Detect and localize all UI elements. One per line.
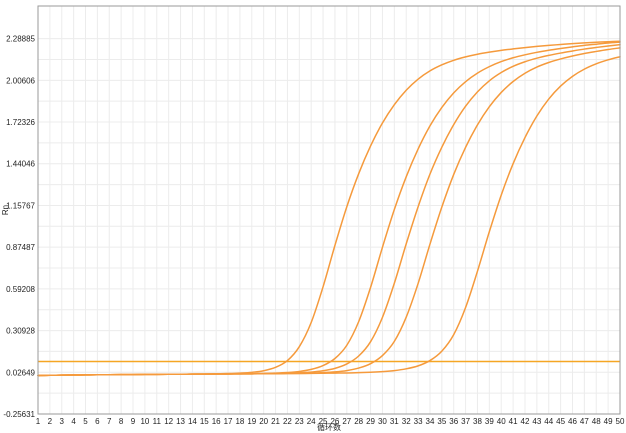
x-axis-label: 循环数 bbox=[317, 422, 341, 432]
y-tick-label: 0.30928 bbox=[6, 327, 35, 336]
x-tick-label: 24 bbox=[307, 417, 316, 426]
x-tick-label: 50 bbox=[616, 417, 625, 426]
amplification-plot: 2.28885 2.00606 1.72326 1.44046 1.15767 0.874… bbox=[1, 5, 625, 432]
x-tick-label: 19 bbox=[247, 417, 256, 426]
x-tick-label: 15 bbox=[200, 417, 209, 426]
x-tick-label: 29 bbox=[366, 417, 375, 426]
amplification-curve-3 bbox=[37, 43, 621, 377]
amplification-curve-5 bbox=[37, 55, 621, 377]
y-tick-labels: 2.28885 2.00606 1.72326 1.44046 1.15767 0.874… bbox=[3, 35, 35, 419]
y-tick-label: 0.87487 bbox=[6, 243, 35, 252]
x-tick-label: 17 bbox=[224, 417, 233, 426]
amplification-curve-1 bbox=[37, 40, 621, 377]
x-tick-label: 41 bbox=[509, 417, 518, 426]
x-tick-label: 1 bbox=[36, 417, 41, 426]
x-tick-label: 44 bbox=[544, 417, 553, 426]
x-tick-label: 32 bbox=[402, 417, 411, 426]
x-tick-label: 35 bbox=[437, 417, 446, 426]
x-tick-label: 34 bbox=[426, 417, 435, 426]
x-tick-label: 6 bbox=[95, 417, 100, 426]
x-tick-label: 9 bbox=[131, 417, 136, 426]
y-tick-label: 2.00606 bbox=[6, 76, 35, 85]
x-tick-label: 22 bbox=[283, 417, 292, 426]
x-tick-label: 48 bbox=[592, 417, 601, 426]
x-tick-label: 38 bbox=[473, 417, 482, 426]
y-tick-label: 1.44046 bbox=[6, 160, 35, 169]
x-tick-label: 12 bbox=[164, 417, 173, 426]
x-tick-label: 36 bbox=[449, 417, 458, 426]
x-tick-label: 37 bbox=[461, 417, 470, 426]
x-tick-label: 28 bbox=[354, 417, 363, 426]
x-tick-label: 23 bbox=[295, 417, 304, 426]
grid-layer bbox=[37, 6, 621, 414]
x-tick-label: 10 bbox=[140, 417, 149, 426]
x-tick-label: 8 bbox=[119, 417, 124, 426]
y-tick-label: 0.02649 bbox=[6, 368, 35, 377]
x-tick-label: 21 bbox=[271, 417, 280, 426]
x-tick-label: 49 bbox=[604, 417, 613, 426]
x-tick-label: 33 bbox=[414, 417, 423, 426]
x-tick-label: 27 bbox=[342, 417, 351, 426]
x-tick-label: 14 bbox=[188, 417, 197, 426]
x-tick-label: 20 bbox=[259, 417, 268, 426]
x-tick-label: 4 bbox=[71, 417, 76, 426]
x-tick-label: 5 bbox=[83, 417, 88, 426]
x-tick-label: 7 bbox=[107, 417, 112, 426]
x-tick-label: 40 bbox=[497, 417, 506, 426]
y-tick-label: 1.72326 bbox=[6, 118, 35, 127]
chart-container: 2.28885 2.00606 1.72326 1.44046 1.15767 0.874… bbox=[0, 0, 626, 433]
x-tick-label: 31 bbox=[390, 417, 399, 426]
x-tick-label: 39 bbox=[485, 417, 494, 426]
series-layer bbox=[37, 40, 621, 377]
x-tick-label: 30 bbox=[378, 417, 387, 426]
amplification-curve-2 bbox=[37, 41, 621, 377]
amplification-curve-4 bbox=[37, 47, 621, 377]
x-tick-label: 43 bbox=[532, 417, 541, 426]
x-tick-label: 3 bbox=[60, 417, 65, 426]
x-tick-label: 11 bbox=[153, 417, 162, 426]
y-tick-label: 0.59208 bbox=[6, 285, 35, 294]
y-tick-label: 2.28885 bbox=[6, 35, 35, 44]
x-tick-label: 42 bbox=[521, 417, 530, 426]
y-tick-label: -0.25631 bbox=[3, 410, 35, 419]
x-tick-label: 2 bbox=[48, 417, 53, 426]
x-tick-label: 18 bbox=[235, 417, 244, 426]
x-tick-label: 47 bbox=[580, 417, 589, 426]
y-axis-label: Rn bbox=[1, 205, 10, 215]
x-tick-label: 45 bbox=[556, 417, 565, 426]
y-tick-label: 1.15767 bbox=[6, 201, 35, 210]
x-tick-label: 13 bbox=[176, 417, 185, 426]
x-tick-label: 16 bbox=[212, 417, 221, 426]
x-tick-label: 46 bbox=[568, 417, 577, 426]
plot-frame bbox=[37, 5, 621, 415]
